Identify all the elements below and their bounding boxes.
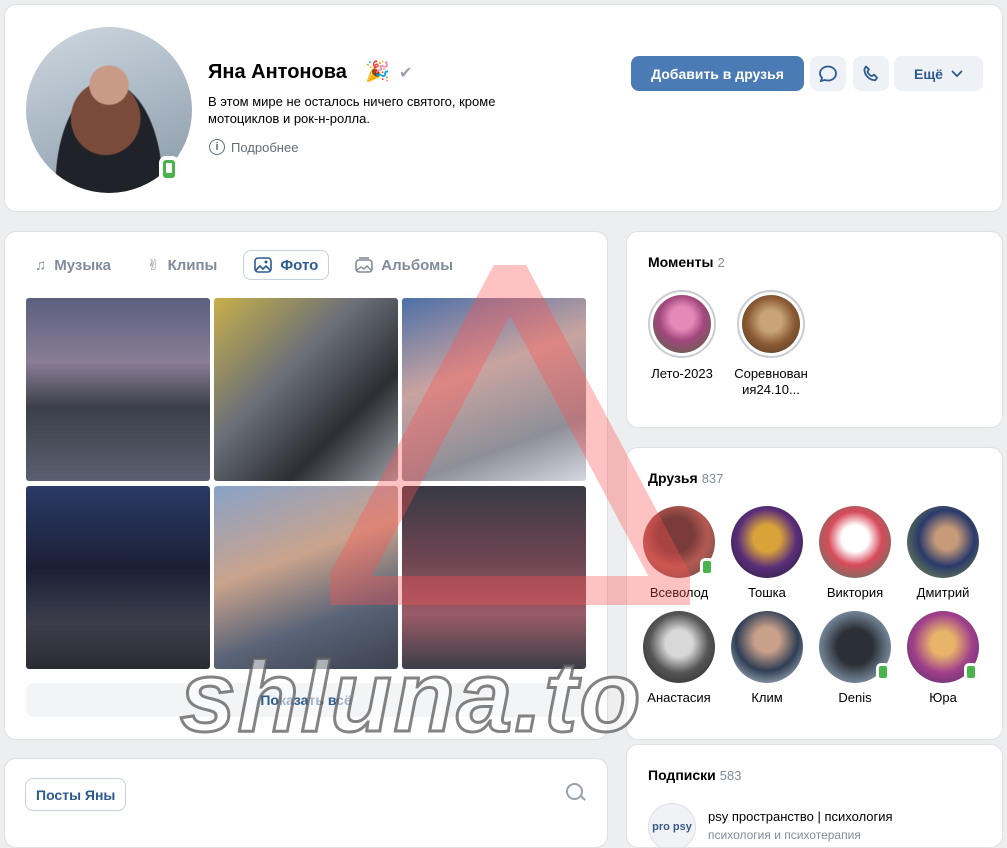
more-info-link[interactable]: i Подробнее: [209, 139, 298, 155]
message-button[interactable]: [810, 56, 846, 91]
friend-avatar: [643, 506, 715, 578]
show-all-button[interactable]: Показать всё: [26, 683, 586, 717]
friend-avatar: [731, 611, 803, 683]
subscriptions-section: Подписки 583 pro psy psy пространство | п…: [626, 744, 1003, 848]
photo-thumbnail[interactable]: [402, 298, 586, 481]
friend-name: Клим: [751, 690, 783, 705]
add-friend-button[interactable]: Добавить в друзья: [631, 56, 804, 91]
moments-section: Моменты 2 Лето-2023 Соревнования24.10...: [626, 231, 1003, 428]
subscription-item[interactable]: pro psy psy пространство | психология пс…: [648, 803, 893, 847]
more-label: Ещё: [914, 65, 943, 82]
moment-label: Лето-2023: [651, 366, 713, 381]
moment-thumbnail: [653, 295, 711, 353]
friend-avatar: [819, 611, 891, 683]
posts-tab[interactable]: Посты Яны: [25, 778, 127, 811]
mobile-online-icon: [159, 156, 179, 182]
mobile-online-icon: [876, 663, 890, 681]
photo-grid: [26, 298, 586, 669]
friend-avatar: [731, 506, 803, 578]
subscription-description: психология и психотерапия: [708, 828, 861, 842]
friend-name: Дмитрий: [916, 585, 970, 600]
subscriptions-header[interactable]: Подписки 583: [648, 767, 741, 783]
tab-clips[interactable]: ✌ Клипы: [137, 250, 227, 280]
mobile-online-icon: [700, 558, 714, 576]
tab-clips-label: Клипы: [167, 256, 218, 274]
subscriptions-count: 583: [719, 768, 742, 783]
tab-music[interactable]: ♫ Музыка: [25, 250, 121, 280]
phone-icon: [863, 65, 878, 81]
friend-item[interactable]: Дмитрий: [903, 506, 983, 600]
friends-header[interactable]: Друзья 837: [648, 470, 723, 486]
tab-albums[interactable]: Альбомы: [345, 250, 463, 280]
tab-photos[interactable]: Фото: [243, 250, 330, 280]
friend-item[interactable]: Всеволод: [639, 506, 719, 600]
friend-item[interactable]: Клим: [727, 611, 807, 705]
friend-name: Тошка: [748, 585, 786, 600]
moments-count: 2: [717, 255, 725, 270]
music-note-icon: ♫: [35, 256, 47, 274]
photo-thumbnail[interactable]: [402, 486, 586, 669]
media-tabs: ♫ Музыка ✌ Клипы Фото Альбомы: [25, 250, 463, 280]
friends-count: 837: [701, 471, 724, 486]
albums-icon: [355, 257, 374, 273]
subscriptions-title: Подписки: [648, 767, 716, 783]
checkmark-icon: ✔: [399, 65, 413, 82]
photo-thumbnail[interactable]: [26, 486, 210, 669]
mobile-online-icon: [964, 663, 978, 681]
photo-thumbnail[interactable]: [214, 486, 398, 669]
photo-thumbnail[interactable]: [214, 298, 398, 481]
subscription-name: psy пространство | психология: [708, 809, 893, 824]
call-button[interactable]: [853, 56, 889, 91]
friends-title: Друзья: [648, 470, 698, 486]
friend-avatar: [907, 611, 979, 683]
more-dropdown[interactable]: Ещё: [894, 56, 983, 91]
posts-section: Посты Яны: [4, 758, 608, 848]
photo-thumbnail[interactable]: [26, 298, 210, 481]
moments-header[interactable]: Моменты 2: [648, 254, 725, 270]
moments-title: Моменты: [648, 254, 714, 270]
media-section: ♫ Музыка ✌ Клипы Фото Альбомы Показать в…: [4, 231, 608, 740]
tab-photos-label: Фото: [280, 256, 319, 274]
subscription-avatar: pro psy: [648, 803, 696, 847]
friend-item[interactable]: Тошка: [727, 506, 807, 600]
profile-header: Яна Антонова 🎉 ✔ В этом мире не осталось…: [4, 4, 1003, 212]
friend-avatar: [643, 611, 715, 683]
profile-name: Яна Антонова: [208, 61, 347, 83]
friend-name: Анастасия: [647, 690, 711, 705]
friend-name: Юра: [929, 690, 957, 705]
photo-icon: [254, 257, 273, 273]
friend-item[interactable]: Denis: [815, 611, 895, 705]
moment-item[interactable]: Соревнования24.10...: [726, 290, 816, 398]
friends-section: Друзья 837 Всеволод Тошка Виктория Дмитри…: [626, 447, 1003, 740]
moment-thumbnail: [742, 295, 800, 353]
moment-item[interactable]: Лето-2023: [637, 290, 727, 382]
clips-icon: ✌: [147, 257, 160, 274]
info-icon: i: [209, 139, 225, 155]
tab-albums-label: Альбомы: [381, 256, 453, 274]
friend-name: Виктория: [826, 585, 884, 600]
friend-name: Denis: [838, 690, 872, 705]
message-icon: [819, 65, 837, 82]
friend-name: Всеволод: [649, 585, 709, 600]
friend-item[interactable]: Юра: [903, 611, 983, 705]
friend-avatar: [819, 506, 891, 578]
status-emoji-icon[interactable]: 🎉: [365, 59, 390, 84]
search-icon[interactable]: [566, 783, 583, 800]
friend-avatar: [907, 506, 979, 578]
moment-label: Соревнования24.10...: [734, 366, 808, 397]
profile-status: В этом мире не осталось ничего святого, …: [208, 94, 496, 126]
tab-music-label: Музыка: [54, 256, 112, 274]
friend-item[interactable]: Анастасия: [639, 611, 719, 705]
friend-item[interactable]: Виктория: [815, 506, 895, 600]
more-info-label: Подробнее: [231, 139, 299, 155]
chevron-down-icon: [951, 70, 963, 77]
